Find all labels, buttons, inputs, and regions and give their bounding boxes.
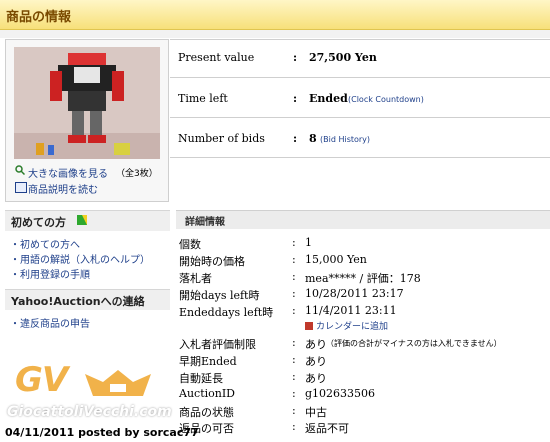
detail-value: あり <box>305 355 327 368</box>
colon: : <box>292 387 296 400</box>
detail-value: 返品不可 <box>305 422 349 435</box>
colon: : <box>292 370 296 383</box>
detail-label: 自動延長 <box>179 372 223 385</box>
magnifier-icon <box>15 165 25 175</box>
detail-value: 11/4/2011 23:11 <box>305 304 397 317</box>
robot-head-logo-icon <box>85 370 151 396</box>
item-photo[interactable] <box>14 47 160 159</box>
view-large-image-link[interactable]: 大きな画像を見る <box>28 165 108 180</box>
contact-panel: Yahoo!Auctionへの連絡 <box>5 289 170 310</box>
details-heading: 詳細情報 <box>185 217 225 228</box>
first-time-panel: 初めての方 <box>5 210 170 231</box>
colon: : <box>293 51 298 64</box>
detail-label: 開始days left時 <box>179 289 260 302</box>
detail-label: 早期Ended <box>179 355 237 368</box>
detail-value: 1 <box>305 236 312 249</box>
item-image-box: 大きな画像を見る （全3枚） 商品説明を読む <box>5 39 169 202</box>
summary-divider <box>170 157 550 158</box>
summary-divider <box>170 77 550 78</box>
beginner-leaf-icon <box>77 215 87 225</box>
robot-toy-image <box>14 47 160 159</box>
colon: : <box>292 304 296 317</box>
colon: : <box>292 236 296 249</box>
colon: : <box>292 353 296 366</box>
section-header: 商品の情報 <box>0 0 550 30</box>
detail-label: 開始時の価格 <box>179 255 245 268</box>
header-divider <box>0 30 550 38</box>
first-time-heading: 初めての方 <box>11 216 66 229</box>
image-count: （全3枚） <box>116 169 158 179</box>
colon: : <box>293 92 298 105</box>
bids-label: Number of bids <box>178 132 265 145</box>
section-title: 商品の情報 <box>6 10 72 25</box>
auction-id-value: g102633506 <box>305 387 376 400</box>
detail-value: あり <box>305 372 327 385</box>
time-left-value: Ended <box>309 92 348 105</box>
bids-count: 8 <box>309 132 317 145</box>
present-value-label: Present value <box>178 51 255 64</box>
colon: : <box>292 404 296 417</box>
posted-by-caption: 04/11/2011 posted by sorcac77 <box>5 426 199 439</box>
calendar-icon <box>305 322 313 330</box>
rating-restriction-note: （評価の合計がマイナスの方は入札できません） <box>326 339 502 348</box>
colon: : <box>292 270 296 283</box>
watermark: GV GiocattoliVecchi.com <box>5 360 172 430</box>
colon: : <box>292 336 296 349</box>
summary-divider <box>170 117 550 118</box>
winner-value: mea***** / 評価：178 <box>305 272 421 285</box>
detail-value: 中古 <box>305 406 327 419</box>
watermark-site: GiocattoliVecchi.com <box>7 404 172 420</box>
detail-value: 15,000 Yen <box>305 253 367 266</box>
calendar-link-label: カレンダーに追加 <box>316 322 389 332</box>
present-value: 27,500 Yen <box>309 51 377 64</box>
colon: : <box>292 287 296 300</box>
sidebar-link-glossary[interactable]: ・用語の解説（入札のヘルプ） <box>10 251 150 266</box>
bid-history-link[interactable]: (Bid History) <box>320 135 370 144</box>
time-left-label: Time left <box>178 92 228 105</box>
detail-value: 10/28/2011 23:17 <box>305 287 404 300</box>
detail-value: あり <box>305 338 327 351</box>
detail-label: 個数 <box>179 238 201 251</box>
colon: : <box>293 132 298 145</box>
details-header: 詳細情報 <box>176 210 550 229</box>
read-description-link[interactable]: 商品説明を読む <box>28 181 98 196</box>
detail-label: 落札者 <box>179 272 212 285</box>
detail-label: 入札者評価制限 <box>179 338 256 351</box>
detail-label: 商品の状態 <box>179 406 234 419</box>
contact-heading: Yahoo!Auctionへの連絡 <box>11 295 145 308</box>
sidebar-link-report[interactable]: ・違反商品の申告 <box>10 315 90 330</box>
summary-divider <box>170 39 550 40</box>
colon: : <box>292 253 296 266</box>
sidebar-link-registration[interactable]: ・利用登録の手順 <box>10 266 90 281</box>
watermark-logo: GV <box>15 360 68 400</box>
book-icon <box>15 182 27 193</box>
add-to-calendar-link[interactable]: カレンダーに追加 <box>305 319 388 332</box>
detail-label: Endeddays left時 <box>179 306 274 319</box>
colon: : <box>292 420 296 433</box>
detail-label: AuctionID <box>179 387 235 400</box>
clock-countdown-link[interactable]: (Clock Countdown) <box>348 95 424 104</box>
sidebar-link-first-time[interactable]: ・初めての方へ <box>10 236 80 251</box>
